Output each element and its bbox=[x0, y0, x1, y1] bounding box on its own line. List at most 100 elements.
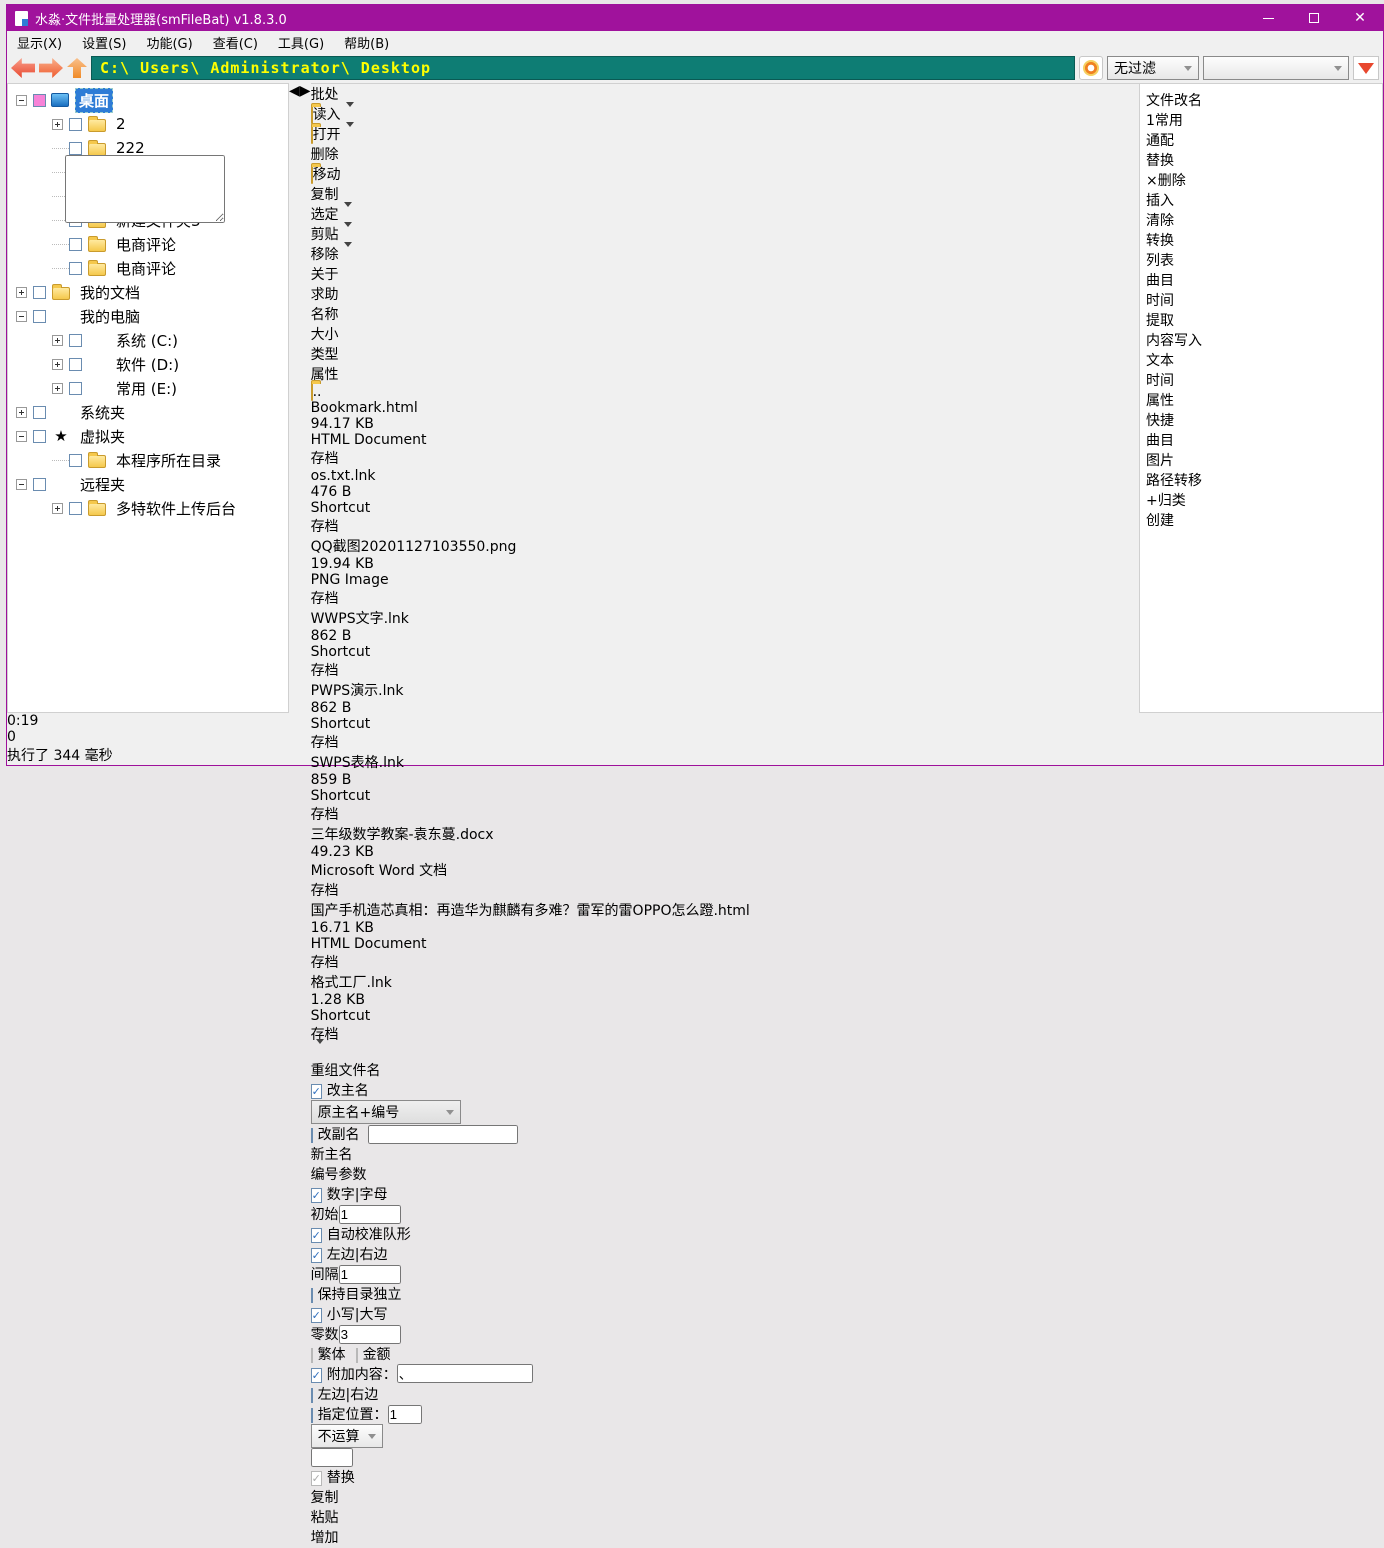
sidebar-header-path-transfer[interactable]: 路径转移 bbox=[1146, 470, 1362, 490]
expand-icon[interactable] bbox=[16, 287, 27, 298]
checkbox[interactable] bbox=[33, 286, 46, 299]
checkbox[interactable] bbox=[69, 382, 82, 395]
sidebar-item-shortcut[interactable]: 快捷 bbox=[1146, 410, 1362, 430]
delete-button[interactable]: 删除 bbox=[311, 144, 1139, 164]
position-checkbox[interactable] bbox=[311, 1408, 313, 1423]
tree-item-documents[interactable]: 我的文档 bbox=[8, 280, 288, 304]
menu-view[interactable]: 查看(C) bbox=[203, 31, 268, 53]
start-number-input[interactable] bbox=[339, 1205, 401, 1224]
tree-item-drive-c[interactable]: 系统 (C:) bbox=[8, 328, 288, 352]
sidebar-item-create[interactable]: 创建 bbox=[1146, 510, 1362, 530]
sidebar-item-common[interactable]: 1常用 bbox=[1146, 110, 1362, 130]
remove-button[interactable]: 移除 bbox=[311, 244, 1139, 264]
sidebar-header-content-write[interactable]: 内容写入 bbox=[1146, 330, 1362, 350]
file-row[interactable]: 格式工厂.lnk1.28 KBShortcut存档 bbox=[311, 972, 1139, 1044]
change-main-name-checkbox[interactable] bbox=[311, 1084, 322, 1099]
scheme-add-button[interactable]: 增加 bbox=[311, 1527, 1139, 1547]
tree-item-drive-e[interactable]: 常用 (E:) bbox=[8, 376, 288, 400]
zero-pad-input[interactable] bbox=[339, 1325, 401, 1344]
select-button[interactable]: 选定 bbox=[311, 204, 1139, 224]
file-row[interactable]: PWPS演示.lnk862 BShortcut存档 bbox=[311, 680, 1139, 752]
collapse-icon[interactable] bbox=[16, 95, 27, 106]
forward-arrow-icon[interactable] bbox=[39, 58, 63, 78]
column-header-type[interactable]: 类型 bbox=[311, 344, 1139, 364]
menu-settings[interactable]: 设置(S) bbox=[72, 31, 136, 53]
up-arrow-icon[interactable] bbox=[67, 58, 87, 78]
main-name-mode-combo[interactable]: 原主名+编号 bbox=[311, 1100, 461, 1124]
batch-button[interactable]: 批处 bbox=[311, 84, 1139, 104]
sidebar-item-insert[interactable]: 插入 bbox=[1146, 190, 1362, 210]
help-button[interactable]: 求助 bbox=[311, 284, 1139, 304]
sidebar-item-classify[interactable]: +归类 bbox=[1146, 490, 1362, 510]
column-header-name[interactable]: 名称 bbox=[311, 304, 1139, 324]
sidebar-item-delete[interactable]: ×删除 bbox=[1146, 170, 1362, 190]
sidebar-header-rename[interactable]: 文件改名 bbox=[1146, 90, 1362, 110]
column-header-attr[interactable]: 属性 bbox=[311, 364, 1139, 384]
file-row[interactable]: SWPS表格.lnk859 BShortcut存档 bbox=[311, 752, 1139, 824]
checkbox[interactable] bbox=[69, 118, 82, 131]
file-row[interactable]: QQ截图20201127103550.png19.94 KBPNG Image存… bbox=[311, 536, 1139, 608]
clipboard-button[interactable]: 剪贴 bbox=[311, 224, 1139, 244]
tree-item-virtual-folders[interactable]: ★虚拟夹 bbox=[8, 424, 288, 448]
append-content-input[interactable] bbox=[397, 1364, 533, 1383]
tree-item-computer[interactable]: 我的电脑 bbox=[8, 304, 288, 328]
ext-name-input[interactable] bbox=[368, 1125, 518, 1144]
checkbox[interactable] bbox=[69, 238, 82, 251]
menu-functions[interactable]: 功能(G) bbox=[136, 31, 202, 53]
sidebar-item-wildcard[interactable]: 通配 bbox=[1146, 130, 1362, 150]
sidebar-item-time[interactable]: 时间 bbox=[1146, 290, 1362, 310]
tree-item-desktop[interactable]: 桌面 bbox=[8, 88, 288, 112]
sidebar-item-list[interactable]: 列表 bbox=[1146, 250, 1362, 270]
collapse-icon[interactable] bbox=[16, 479, 27, 490]
scheme-modify-button[interactable]: 修改 bbox=[311, 1547, 1139, 1548]
sidebar-item-picture[interactable]: 图片 bbox=[1146, 450, 1362, 470]
filter-combo[interactable]: 无过滤 bbox=[1107, 56, 1199, 80]
menu-help[interactable]: 帮助(B) bbox=[334, 31, 399, 53]
sidebar-item-clear[interactable]: 清除 bbox=[1146, 210, 1362, 230]
checkbox[interactable] bbox=[33, 94, 46, 107]
sidebar-item-attributes[interactable]: 属性 bbox=[1146, 390, 1362, 410]
expand-icon[interactable] bbox=[52, 335, 63, 346]
checkbox[interactable] bbox=[69, 142, 82, 155]
move-button[interactable]: 移动 bbox=[311, 164, 1139, 184]
checkbox[interactable] bbox=[33, 310, 46, 323]
operation-combo[interactable]: 不运算 bbox=[311, 1424, 383, 1448]
amount-checkbox[interactable] bbox=[356, 1348, 358, 1363]
tree-item-remote-folders[interactable]: 远程夹 bbox=[8, 472, 288, 496]
sidebar-item-convert[interactable]: 转换 bbox=[1146, 230, 1362, 250]
file-row[interactable]: WWPS文字.lnk862 BShortcut存档 bbox=[311, 608, 1139, 680]
tree-item-folder[interactable]: 2 bbox=[8, 112, 288, 136]
checkbox[interactable] bbox=[69, 262, 82, 275]
lower-upper-checkbox[interactable] bbox=[311, 1308, 322, 1323]
scheme-paste-button[interactable]: 粘贴 bbox=[311, 1507, 1139, 1527]
file-row[interactable]: .. bbox=[311, 384, 1139, 400]
splitter-left-icon[interactable]: ◀ bbox=[289, 83, 300, 713]
checkbox[interactable] bbox=[69, 358, 82, 371]
file-row[interactable]: os.txt.lnk476 BShortcut存档 bbox=[311, 468, 1139, 536]
sidebar-item-track2[interactable]: 曲目 bbox=[1146, 430, 1362, 450]
left-right-checkbox[interactable] bbox=[311, 1248, 322, 1263]
tree-item-program-dir[interactable]: 本程序所在目录 bbox=[8, 448, 288, 472]
file-row[interactable]: 三年级数学教案-袁东蔓.docx49.23 KBMicrosoft Word 文… bbox=[311, 824, 1139, 900]
expand-icon[interactable] bbox=[52, 119, 63, 130]
keep-dir-checkbox[interactable] bbox=[311, 1288, 313, 1303]
collapse-icon[interactable] bbox=[16, 311, 27, 322]
open-button[interactable]: 打开 bbox=[311, 124, 1139, 144]
append-content-checkbox[interactable] bbox=[311, 1368, 322, 1383]
expand-icon[interactable] bbox=[16, 407, 27, 418]
about-button[interactable]: 关于 bbox=[311, 264, 1139, 284]
tree-item-system-folders[interactable]: 系统夹 bbox=[8, 400, 288, 424]
change-ext-checkbox[interactable] bbox=[311, 1128, 313, 1143]
append-side-checkbox[interactable] bbox=[311, 1388, 313, 1403]
collapse-panel-button[interactable] bbox=[311, 1044, 1139, 1060]
tree-item-folder[interactable]: 电商评论 bbox=[8, 232, 288, 256]
tree-item-upload-site[interactable]: 多特软件上传后台 bbox=[8, 496, 288, 520]
expand-icon[interactable] bbox=[52, 503, 63, 514]
file-row[interactable]: Bookmark.html94.17 KBHTML Document存档 bbox=[311, 400, 1139, 468]
sidebar-item-extract[interactable]: 提取 bbox=[1146, 310, 1362, 330]
replace-checkbox[interactable] bbox=[311, 1471, 322, 1486]
tree-item-drive-d[interactable]: 软件 (D:) bbox=[8, 352, 288, 376]
read-in-button[interactable]: 读入 bbox=[311, 104, 1139, 124]
checkbox[interactable] bbox=[69, 334, 82, 347]
back-arrow-icon[interactable] bbox=[11, 58, 35, 78]
